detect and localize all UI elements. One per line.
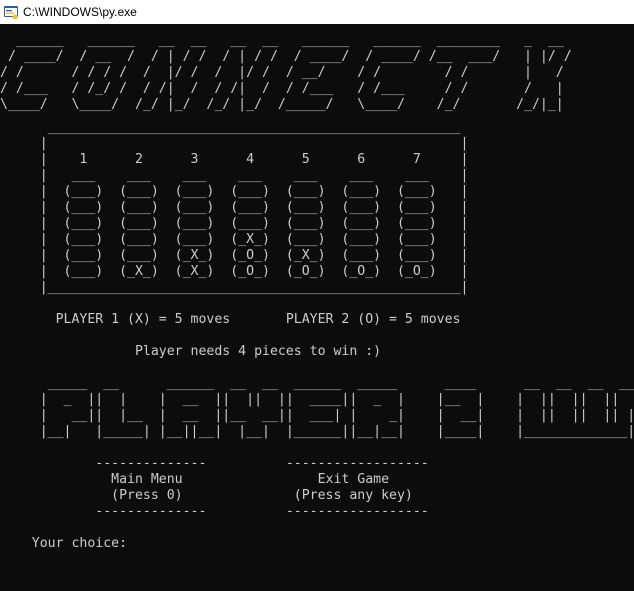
- winner-banner-line: _____ __ ______ __ __ ______ _____ ____ …: [47, 376, 634, 391]
- board-row: | |: [0, 136, 469, 151]
- menu-divider-bottom: -------------- ------------------: [0, 504, 429, 519]
- board-row: | (___) (___) (_X_) (_O_) (_X_) (___) (_…: [0, 248, 469, 263]
- logo-line: ______ ______ __ __ __ __ ______ ______ …: [0, 33, 564, 48]
- board-column-numbers: | 1 2 3 4 5 6 7 |: [0, 152, 469, 167]
- winner-banner-line: |__| |_____| |__||__| |__| |______||__|_…: [39, 424, 634, 439]
- players-moves-line: PLAYER 1 (X) = 5 moves PLAYER 2 (O) = 5 …: [0, 312, 461, 327]
- menu-options-keys: (Press 0) (Press any key): [0, 488, 413, 503]
- board-row: | (___) (___) (___) (___) (___) (___) (_…: [0, 184, 469, 199]
- logo-line: \____/ \____/ /_/ |_/ /_/ |_/ /_____/ \_…: [0, 97, 580, 112]
- python-launcher-icon: [3, 4, 19, 20]
- console-output: ______ ______ __ __ __ __ ______ ______ …: [0, 24, 634, 591]
- window-titlebar[interactable]: C:\WINDOWS\py.exe: [0, 0, 634, 24]
- logo-line: / /___ / /_/ / / /| / / /| / / /___ / /_…: [0, 81, 580, 96]
- logo-line: / ____/ / __ / / | / / / | / / / ____/ /…: [0, 49, 572, 64]
- board-bottom-border: |_______________________________________…: [0, 280, 469, 295]
- menu-divider-top: -------------- ------------------: [0, 456, 429, 471]
- board-row: | (___) (___) (___) (_X_) (___) (___) (_…: [0, 232, 469, 247]
- winner-banner-line: | __|| |__ | __ ||__ __|| ___| | _| | __…: [39, 408, 634, 423]
- board-row: | (___) (___) (___) (___) (___) (___) (_…: [0, 216, 469, 231]
- winner-banner-line: | _ || | | __ || || || ____|| _ | |__ | …: [39, 392, 620, 407]
- menu-options-label: Main Menu Exit Game: [0, 472, 390, 487]
- board-top-border: ________________________________________…: [0, 120, 461, 135]
- console-window: C:\WINDOWS\py.exe ______ ______ __ __ __…: [0, 0, 634, 591]
- board-row: | ___ ___ ___ ___ ___ ___ ___ |: [0, 168, 469, 183]
- window-title: C:\WINDOWS\py.exe: [23, 5, 137, 19]
- board-row: | (___) (___) (___) (___) (___) (___) (_…: [0, 200, 469, 215]
- board-row: | (___) (_X_) (_X_) (_O_) (_O_) (_O_) (_…: [0, 264, 469, 279]
- logo-line: / / / / / / / |/ / / |/ / / __/ / / / / …: [0, 65, 572, 80]
- choice-prompt[interactable]: Your choice:: [0, 536, 135, 552]
- win-rule-line: Player needs 4 pieces to win :): [0, 344, 382, 359]
